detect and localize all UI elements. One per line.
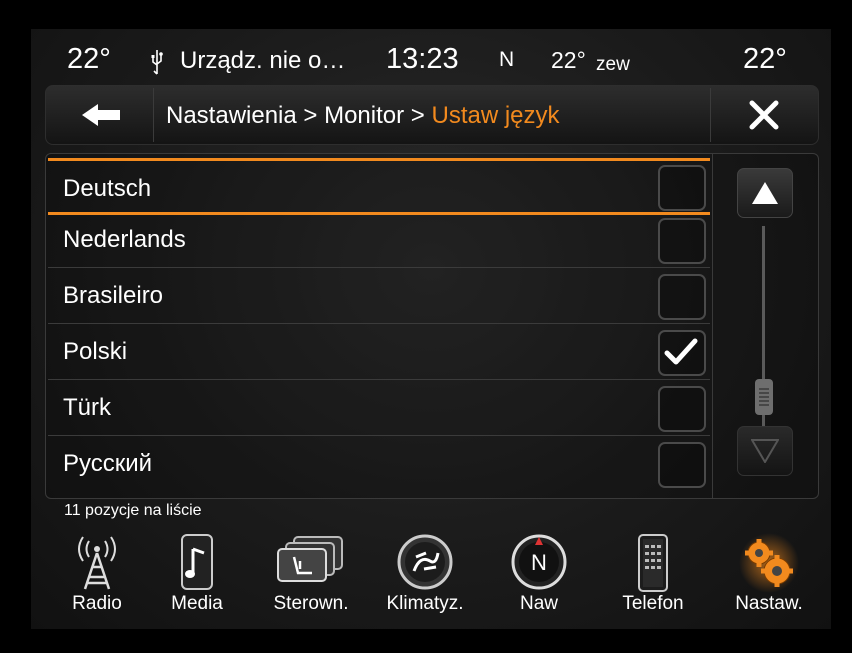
passenger-temp[interactable]: 22° bbox=[743, 43, 787, 76]
status-bar: 22° Urządz. nie o… 13:23 N 22° zew 22° bbox=[31, 29, 831, 87]
usb-icon bbox=[151, 50, 163, 75]
list-item-label: Nederlands bbox=[63, 226, 186, 253]
checkbox[interactable] bbox=[658, 386, 706, 432]
checkbox[interactable] bbox=[658, 442, 706, 488]
checkbox[interactable] bbox=[658, 218, 706, 264]
header-bar: Nastawienia > Monitor > Ustaw język bbox=[45, 85, 819, 145]
scroll-down-button[interactable] bbox=[737, 426, 793, 476]
list-item-label: Deutsch bbox=[63, 175, 152, 202]
list-count: 11 pozycje na liście bbox=[64, 502, 202, 519]
checkbox[interactable] bbox=[658, 165, 706, 211]
close-icon bbox=[749, 100, 779, 130]
nav-label: Sterown. bbox=[273, 593, 349, 614]
uconnect-screen: 22° Urządz. nie o… 13:23 N 22° zew 22° N… bbox=[31, 29, 831, 629]
svg-text:N: N bbox=[531, 550, 547, 575]
list-item-label: Русский bbox=[63, 450, 153, 477]
nav-navigation[interactable]: N Naw bbox=[493, 529, 585, 624]
breadcrumb-separator: > bbox=[303, 102, 318, 129]
nav-media[interactable]: Media bbox=[151, 529, 243, 624]
nav-label: Media bbox=[171, 593, 223, 614]
grip-icon bbox=[759, 388, 769, 406]
checkbox[interactable] bbox=[658, 330, 706, 376]
clock: 13:23 bbox=[386, 43, 459, 75]
triangle-up-icon bbox=[752, 182, 778, 204]
nav-label: Telefon bbox=[622, 593, 684, 614]
bottom-nav: Radio Media Sterown. Klimatyz. N Naw Tel… bbox=[31, 529, 831, 629]
checkmark-icon bbox=[664, 338, 698, 365]
breadcrumb: Nastawienia > Monitor > Ustaw język bbox=[166, 102, 560, 130]
scroll-thumb[interactable] bbox=[755, 379, 773, 415]
nav-phone[interactable]: Telefon bbox=[605, 529, 701, 624]
list-item-polski[interactable]: Polski bbox=[48, 324, 710, 380]
list-item-turk[interactable]: Türk bbox=[48, 380, 710, 436]
compass-heading: N bbox=[499, 48, 515, 71]
scrollbar[interactable] bbox=[712, 154, 819, 498]
phone-icon bbox=[638, 534, 668, 592]
list-item-deutsch[interactable]: Deutsch bbox=[48, 158, 710, 215]
list-item-nederlands[interactable]: Nederlands bbox=[48, 212, 710, 268]
nav-radio[interactable]: Radio bbox=[49, 529, 145, 624]
list-item-russian[interactable]: Русский bbox=[48, 436, 710, 491]
media-phone-icon bbox=[181, 534, 213, 590]
breadcrumb-monitor[interactable]: Monitor bbox=[324, 102, 404, 129]
close-button[interactable] bbox=[711, 86, 818, 144]
back-button[interactable] bbox=[46, 86, 153, 144]
climate-fan-icon bbox=[397, 534, 453, 590]
language-list: Deutsch Nederlands Brasileiro Polski Tür… bbox=[45, 153, 819, 499]
nav-label: Naw bbox=[519, 593, 558, 614]
list-item-label: Türk bbox=[63, 394, 111, 421]
nav-label: Radio bbox=[72, 593, 122, 614]
nav-label: Nastaw. bbox=[735, 593, 803, 614]
driver-temp[interactable]: 22° bbox=[67, 43, 111, 76]
triangle-down-icon bbox=[751, 439, 779, 463]
outside-temp: 22° bbox=[551, 47, 586, 73]
nav-climate[interactable]: Klimatyz. bbox=[377, 529, 473, 624]
outside-temp-label: zew bbox=[596, 54, 630, 75]
divider bbox=[153, 88, 154, 142]
device-status: Urządz. nie o… bbox=[180, 47, 346, 74]
list-item-brasileiro[interactable]: Brasileiro bbox=[48, 268, 710, 324]
compass-nav-icon: N bbox=[511, 534, 567, 590]
controls-seats-icon bbox=[277, 536, 343, 582]
radio-tower-icon bbox=[78, 536, 116, 590]
checkbox[interactable] bbox=[658, 274, 706, 320]
nav-settings[interactable]: Nastaw. bbox=[721, 529, 817, 624]
arrow-left-icon bbox=[82, 104, 120, 126]
page-title: Ustaw język bbox=[431, 102, 560, 129]
nav-controls[interactable]: Sterown. bbox=[263, 529, 359, 624]
breadcrumb-separator: > bbox=[410, 102, 425, 129]
scroll-up-button[interactable] bbox=[737, 168, 793, 218]
list-item-label: Polski bbox=[63, 338, 128, 365]
breadcrumb-settings[interactable]: Nastawienia bbox=[166, 102, 297, 129]
nav-label: Klimatyz. bbox=[386, 593, 464, 614]
settings-gears-icon bbox=[739, 533, 799, 593]
list-item-label: Brasileiro bbox=[63, 282, 164, 309]
